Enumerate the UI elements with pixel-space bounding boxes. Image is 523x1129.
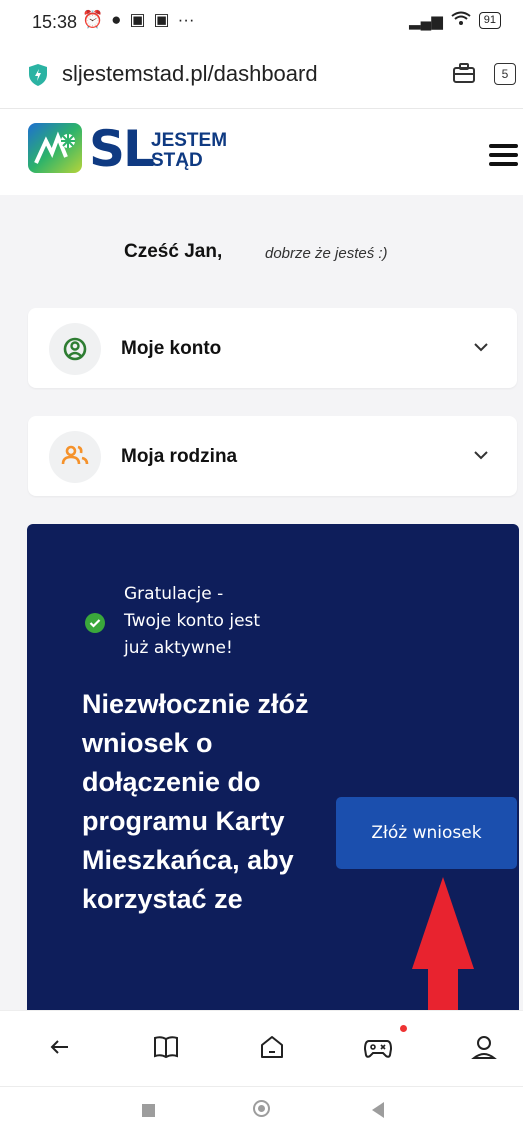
family-card[interactable]: Moja rodzina	[28, 416, 517, 496]
greeting-name: Cześć Jan,	[124, 241, 223, 262]
check-icon	[85, 613, 105, 633]
status-bar: 15:38 ⏰ ● ▣ ▣ ··· ▂▄▆ 91	[0, 0, 523, 44]
system-back-icon[interactable]	[372, 1102, 384, 1118]
chevron-down-icon[interactable]	[473, 342, 489, 352]
family-icon	[61, 445, 89, 465]
alarm-icon: ⏰	[82, 10, 104, 29]
wifi-icon	[451, 11, 471, 30]
status-notification-icons: ⏰ ● ▣ ▣ ···	[82, 10, 195, 30]
app-notification-icon: ●	[111, 10, 122, 29]
shield-icon	[29, 64, 47, 86]
status-line: Gratulacje -	[124, 584, 224, 604]
window-icon: ▣	[129, 10, 146, 29]
tabs-count-button[interactable]: 5	[494, 63, 516, 85]
family-icon-wrap	[49, 431, 101, 483]
bookmarks-icon[interactable]	[150, 1031, 182, 1063]
home-icon[interactable]	[256, 1031, 288, 1063]
battery-icon: 91	[478, 12, 501, 29]
system-home-icon[interactable]	[253, 1100, 270, 1117]
greeting-subtitle: dobrze że jesteś :)	[265, 245, 388, 262]
url-text[interactable]: sljestemstad.pl/dashboard	[62, 61, 318, 87]
status-system-icons: ▂▄▆ 91	[409, 11, 501, 30]
recent-apps-icon[interactable]	[142, 1104, 155, 1117]
status-time: 15:38	[32, 12, 78, 32]
promo-headline: Niezwłocznie złóż wniosek o dołączenie d…	[82, 689, 309, 914]
account-status-text: Gratulacje - Twoje konto jest już aktywn…	[124, 581, 304, 662]
logo-letters[interactable]: SL	[89, 120, 155, 178]
browser-address-bar[interactable]: sljestemstad.pl/dashboard 5	[0, 50, 523, 108]
status-line: Twoje konto jest	[124, 611, 261, 631]
profile-icon[interactable]	[468, 1031, 500, 1063]
window-icon: ▣	[153, 10, 170, 29]
logo-icon[interactable]	[28, 123, 82, 173]
account-icon-wrap	[49, 323, 101, 375]
apply-button[interactable]: Złóż wniosek	[336, 797, 517, 869]
briefcase-icon[interactable]	[452, 62, 476, 84]
gamepad-icon[interactable]	[362, 1031, 394, 1063]
logo-text: JESTEM	[151, 130, 228, 151]
site-header: SL JESTEM STĄD	[0, 109, 523, 195]
notification-dot	[400, 1025, 407, 1032]
account-card-label: Moje konto	[121, 338, 222, 359]
logo-text: STĄD	[151, 150, 203, 171]
account-card[interactable]: Moje konto	[28, 308, 517, 388]
user-circle-icon	[63, 337, 87, 361]
browser-bottom-toolbar	[0, 1010, 523, 1087]
menu-icon[interactable]	[489, 144, 518, 166]
more-icon: ···	[177, 10, 195, 29]
status-line: już aktywne!	[124, 638, 233, 658]
family-card-label: Moja rodzina	[121, 446, 238, 467]
system-navigation-bar	[0, 1087, 523, 1129]
chevron-down-icon[interactable]	[473, 450, 489, 460]
back-arrow-icon[interactable]	[44, 1031, 76, 1063]
signal-icon: ▂▄▆	[409, 12, 443, 30]
